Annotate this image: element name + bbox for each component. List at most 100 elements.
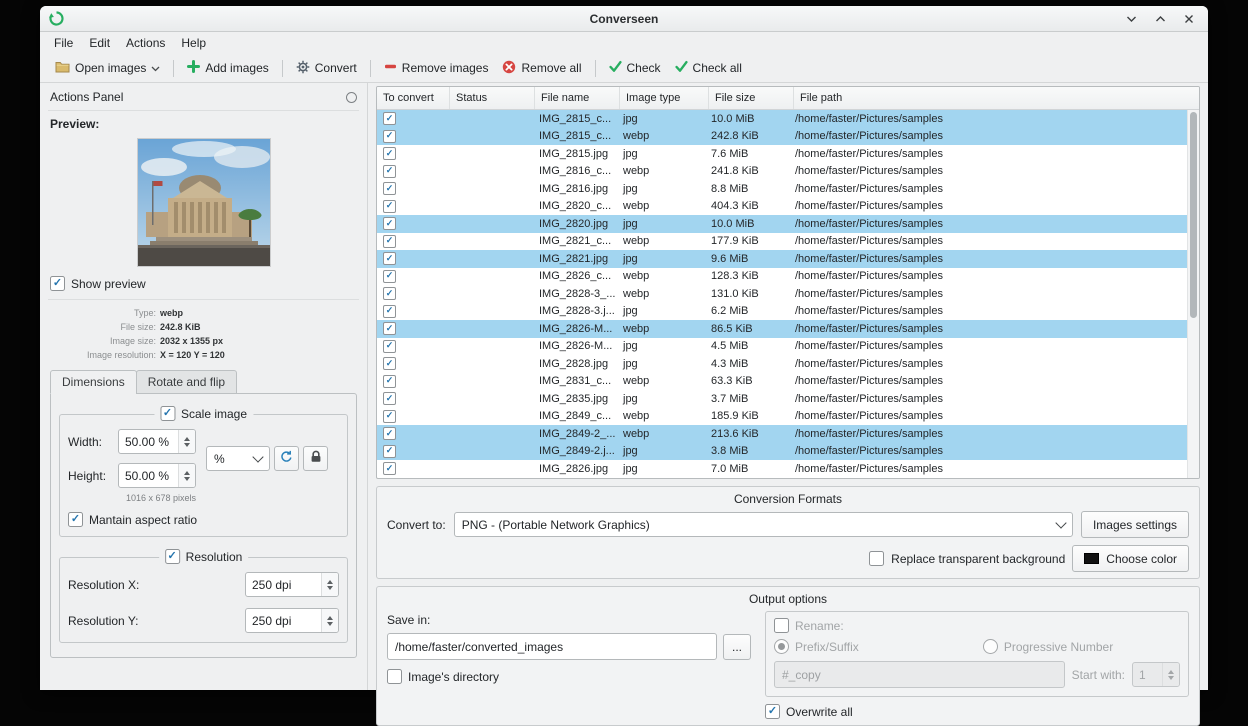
prefix-suffix-radio[interactable] xyxy=(774,639,789,654)
row-checkbox[interactable] xyxy=(383,112,396,125)
add-images-button[interactable]: Add images xyxy=(180,57,275,79)
table-row[interactable]: IMG_2831_c... webp 63.3 KiB /home/faster… xyxy=(377,373,1199,391)
table-row[interactable]: IMG_2826.jpg jpg 7.0 MiB /home/faster/Pi… xyxy=(377,460,1199,478)
close-icon[interactable] xyxy=(1182,12,1196,26)
table-row[interactable]: IMG_2828-3_... webp 131.0 KiB /home/fast… xyxy=(377,285,1199,303)
table-row[interactable]: IMG_2821_c... webp 177.9 KiB /home/faste… xyxy=(377,233,1199,251)
row-checkbox[interactable] xyxy=(383,147,396,160)
start-with-spinner[interactable]: 1 xyxy=(1132,662,1180,687)
table-row[interactable]: IMG_2815_c... jpg 10.0 MiB /home/faster/… xyxy=(377,110,1199,128)
lock-button[interactable] xyxy=(303,446,328,471)
row-checkbox[interactable] xyxy=(383,165,396,178)
images-settings-button[interactable]: Images settings xyxy=(1081,511,1189,538)
rename-checkbox[interactable] xyxy=(774,618,789,633)
menu-actions[interactable]: Actions xyxy=(118,34,173,52)
row-checkbox[interactable] xyxy=(383,130,396,143)
overwrite-all-checkbox[interactable] xyxy=(765,704,780,719)
table-row[interactable]: IMG_2828-3.j... jpg 6.2 MiB /home/faster… xyxy=(377,303,1199,321)
table-row[interactable]: IMG_2821.jpg jpg 9.6 MiB /home/faster/Pi… xyxy=(377,250,1199,268)
table-row[interactable]: IMG_2815_c... webp 242.8 KiB /home/faste… xyxy=(377,128,1199,146)
check-all-button[interactable]: Check all xyxy=(668,57,749,79)
table-row[interactable]: IMG_2849-2_... webp 213.6 KiB /home/fast… xyxy=(377,425,1199,443)
column-image-type[interactable]: Image type xyxy=(620,87,709,109)
cell-file-name: IMG_2821.jpg xyxy=(533,250,617,268)
column-file-size[interactable]: File size xyxy=(709,87,794,109)
table-row[interactable]: IMG_2816.jpg jpg 8.8 MiB /home/faster/Pi… xyxy=(377,180,1199,198)
row-checkbox[interactable] xyxy=(383,357,396,370)
divider xyxy=(48,299,359,300)
row-checkbox[interactable] xyxy=(383,287,396,300)
row-checkbox[interactable] xyxy=(383,340,396,353)
resolution-y-spinner[interactable]: 250 dpi xyxy=(245,608,339,633)
convert-button[interactable]: Convert xyxy=(289,57,364,80)
progressive-number-radio[interactable] xyxy=(983,639,998,654)
row-checkbox[interactable] xyxy=(383,445,396,458)
format-combo[interactable]: PNG - (Portable Network Graphics) xyxy=(454,512,1073,537)
cell-file-path: /home/faster/Pictures/samples xyxy=(789,355,1199,373)
choose-color-button[interactable]: Choose color xyxy=(1072,545,1189,572)
column-status[interactable]: Status xyxy=(450,87,535,109)
menu-edit[interactable]: Edit xyxy=(81,34,118,52)
width-spinner[interactable]: 50.00 % xyxy=(118,429,196,454)
menu-file[interactable]: File xyxy=(46,34,81,52)
scale-image-checkbox[interactable] xyxy=(160,406,175,421)
row-checkbox[interactable] xyxy=(383,322,396,335)
table-row[interactable]: IMG_2816_c... webp 241.8 KiB /home/faste… xyxy=(377,163,1199,181)
row-checkbox[interactable] xyxy=(383,270,396,283)
refresh-button[interactable] xyxy=(274,446,299,471)
show-preview-checkbox[interactable] xyxy=(50,276,65,291)
column-to-convert[interactable]: To convert xyxy=(377,87,450,109)
row-checkbox[interactable] xyxy=(383,200,396,213)
vertical-scrollbar[interactable] xyxy=(1187,110,1199,478)
tab-dimensions[interactable]: Dimensions xyxy=(50,370,137,394)
check-button[interactable]: Check xyxy=(602,57,668,79)
minimize-icon[interactable] xyxy=(1124,12,1138,26)
table-row[interactable]: IMG_2849_c... webp 185.9 KiB /home/faste… xyxy=(377,408,1199,426)
row-checkbox[interactable] xyxy=(383,305,396,318)
column-file-name[interactable]: File name xyxy=(535,87,620,109)
row-checkbox[interactable] xyxy=(383,427,396,440)
images-directory-checkbox[interactable] xyxy=(387,669,402,684)
resolution-x-spinner[interactable]: 250 dpi xyxy=(245,572,339,597)
table-row[interactable]: IMG_2835.jpg jpg 3.7 MiB /home/faster/Pi… xyxy=(377,390,1199,408)
cell-file-path: /home/faster/Pictures/samples xyxy=(789,320,1199,338)
table-row[interactable]: IMG_2815.jpg jpg 7.6 MiB /home/faster/Pi… xyxy=(377,145,1199,163)
browse-button[interactable]: ... xyxy=(723,634,751,660)
remove-all-button[interactable]: Remove all xyxy=(495,57,588,80)
table-row[interactable]: IMG_2820_c... webp 404.3 KiB /home/faste… xyxy=(377,198,1199,216)
table-row[interactable]: IMG_2828.jpg jpg 4.3 MiB /home/faster/Pi… xyxy=(377,355,1199,373)
row-checkbox[interactable] xyxy=(383,410,396,423)
rename-pattern-input[interactable]: #_copy xyxy=(774,661,1065,688)
unit-combo[interactable]: % xyxy=(206,446,270,471)
resolution-checkbox[interactable] xyxy=(165,549,180,564)
cell-status xyxy=(449,338,533,356)
cell-file-path: /home/faster/Pictures/samples xyxy=(789,390,1199,408)
row-checkbox[interactable] xyxy=(383,235,396,248)
cell-status xyxy=(449,250,533,268)
row-checkbox[interactable] xyxy=(383,217,396,230)
table-row[interactable]: IMG_2849-2.j... jpg 3.8 MiB /home/faster… xyxy=(377,443,1199,461)
maximize-icon[interactable] xyxy=(1153,12,1167,26)
height-spinner[interactable]: 50.00 % xyxy=(118,463,196,488)
row-checkbox[interactable] xyxy=(383,462,396,475)
table-row[interactable]: IMG_2820.jpg jpg 10.0 MiB /home/faster/P… xyxy=(377,215,1199,233)
panel-float-button[interactable] xyxy=(346,92,357,103)
row-checkbox[interactable] xyxy=(383,375,396,388)
scrollbar-handle[interactable] xyxy=(1190,112,1197,318)
menu-help[interactable]: Help xyxy=(173,34,214,52)
replace-background-checkbox[interactable] xyxy=(869,551,884,566)
cell-file-name: IMG_2820_c... xyxy=(533,198,617,216)
table-row[interactable]: IMG_2826_c... webp 128.3 KiB /home/faste… xyxy=(377,268,1199,286)
row-checkbox[interactable] xyxy=(383,252,396,265)
table-row[interactable]: IMG_2826-M... jpg 4.5 MiB /home/faster/P… xyxy=(377,338,1199,356)
save-path-input[interactable]: /home/faster/converted_images xyxy=(387,633,717,660)
row-checkbox[interactable] xyxy=(383,182,396,195)
open-images-button[interactable]: Open images xyxy=(48,57,167,79)
titlebar[interactable]: Converseen xyxy=(40,6,1208,32)
remove-images-button[interactable]: Remove images xyxy=(377,57,496,79)
row-checkbox[interactable] xyxy=(383,392,396,405)
column-file-path[interactable]: File path xyxy=(794,87,1199,109)
table-row[interactable]: IMG_2826-M... webp 86.5 KiB /home/faster… xyxy=(377,320,1199,338)
aspect-ratio-checkbox[interactable] xyxy=(68,512,83,527)
tab-rotate-and-flip[interactable]: Rotate and flip xyxy=(136,370,237,394)
